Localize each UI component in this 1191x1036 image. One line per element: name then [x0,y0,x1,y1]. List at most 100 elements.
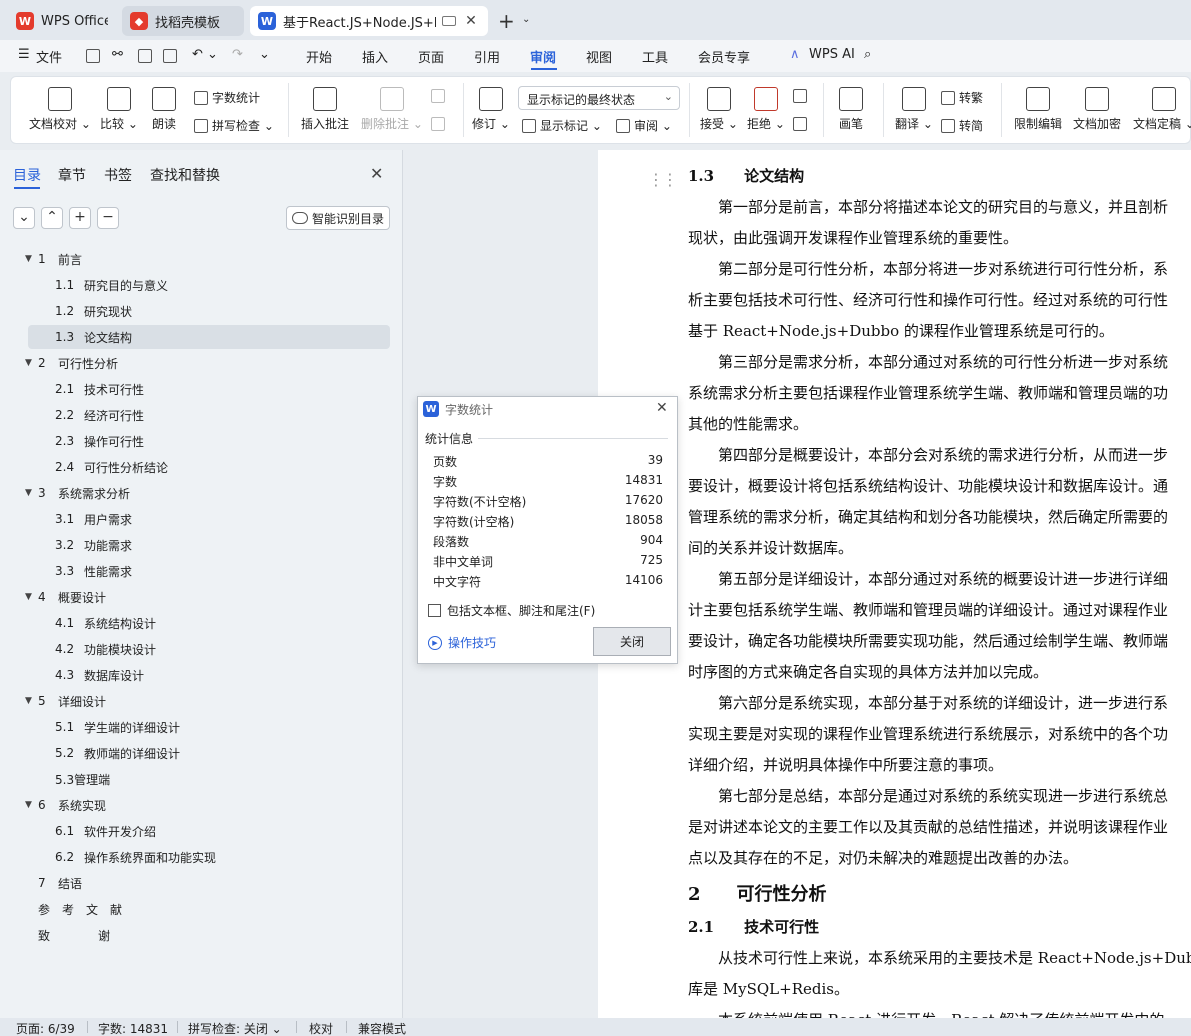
search-icon[interactable]: ⌕ [864,47,871,62]
tips-link[interactable]: ▶ 操作技巧 [428,634,496,651]
toc-item[interactable]: 致 谢 [28,923,390,947]
toc-item[interactable]: 5.1 学生端的详细设计 [28,715,390,739]
toc-item[interactable]: 参 考 文 献 [28,897,390,921]
dialog-close-icon[interactable]: ✕ [656,400,668,416]
remove-level-icon[interactable]: − [97,207,119,229]
insert-comment-button[interactable]: 插入批注 [301,87,349,132]
menu-start[interactable]: 开始 [306,47,332,66]
tab-sections[interactable]: 章节 [58,165,86,185]
menu-member[interactable]: 会员专享 [698,47,750,66]
show-markup-button[interactable]: 显示标记 ⌄ [522,117,602,134]
save-icon[interactable] [86,49,100,63]
toc-item[interactable]: 4.3 数据库设计 [28,663,390,687]
toc-item[interactable]: 1.1 研究目的与意义 [28,273,390,297]
chevron-down-icon[interactable]: ⌄ [522,14,530,25]
collapse-arrow-icon[interactable]: ▼ [25,592,32,602]
menu-review[interactable]: 审阅 [530,47,556,66]
toc-item[interactable]: 1.3 论文结构 [28,325,390,349]
accept-button[interactable]: 接受 ⌄ [700,87,738,132]
toc-item[interactable]: 3.1 用户需求 [28,507,390,531]
monitor-icon[interactable] [442,16,456,26]
hamburger-icon[interactable]: ☰ [18,47,30,62]
tab-document[interactable]: W 基于React.JS+Node.JS+Dub ✕ [250,6,488,36]
toc-item[interactable]: 4.1 系统结构设计 [28,611,390,635]
expand-all-icon[interactable]: ⌄ [13,207,35,229]
tab-toc[interactable]: 目录 [13,165,41,185]
more-chevron-icon[interactable]: ⌄ [259,47,270,62]
undo-icon[interactable]: ↶ ⌄ [192,47,218,62]
toc-item[interactable]: ▼ 3 系统需求分析 [25,481,390,505]
toc-item[interactable]: ▼ 2 可行性分析 [25,351,390,375]
compare-button[interactable]: 比较 ⌄ [100,87,138,132]
close-tab-icon[interactable]: ✕ [462,13,480,29]
toc-item[interactable]: 3.2 功能需求 [28,533,390,557]
toc-item[interactable]: 5.2 教师端的详细设计 [28,741,390,765]
status-page[interactable]: 页面: 6/39 [16,1020,75,1036]
toc-item[interactable]: ▼ 5 详细设计 [25,689,390,713]
menu-reference[interactable]: 引用 [474,47,500,66]
delete-comment-button[interactable]: 删除批注 ⌄ [361,87,423,132]
to-traditional-button[interactable]: 转繁 [941,89,983,106]
encrypt-button[interactable]: 文档加密 [1073,87,1121,132]
restrict-edit-button[interactable]: 限制编辑 [1014,87,1062,132]
collapse-arrow-icon[interactable]: ▼ [25,488,32,498]
toc-item[interactable]: ▼ 1 前言 [25,247,390,271]
menu-file[interactable]: 文件 [36,47,62,66]
pen-button[interactable]: 画笔 [839,87,863,132]
collapse-arrow-icon[interactable]: ▼ [25,358,32,368]
toc-item[interactable]: 2.3 操作可行性 [28,429,390,453]
new-tab-icon[interactable]: + [498,9,515,33]
status-proof[interactable]: 校对 [309,1020,333,1036]
redo-icon[interactable]: ↷ [232,47,243,62]
next-comment-icon[interactable] [431,117,449,131]
toc-item[interactable]: 2.2 经济可行性 [28,403,390,427]
status-words[interactable]: 字数: 14831 [98,1020,168,1036]
tab-docer-templates[interactable]: ◆ 找稻壳模板 [122,6,244,36]
toc-item[interactable]: ▼ 6 系统实现 [25,793,390,817]
print-preview-icon[interactable] [163,49,177,63]
checkbox-box[interactable] [428,604,441,617]
next-change-icon[interactable] [793,117,811,131]
toc-item[interactable]: 2.4 可行性分析结论 [28,455,390,479]
include-textbox-checkbox[interactable]: 包括文本框、脚注和尾注(F) [428,602,595,619]
menu-insert[interactable]: 插入 [362,47,388,66]
previous-comment-icon[interactable] [431,89,449,103]
translate-button[interactable]: 翻译 ⌄ [895,87,933,132]
toc-item[interactable]: 1.2 研究现状 [28,299,390,323]
toc-item[interactable]: 5.3管理端 [28,767,390,791]
collapse-arrow-icon[interactable]: ▼ [25,800,32,810]
close-pane-icon[interactable]: ✕ [370,164,383,183]
previous-change-icon[interactable] [793,89,811,103]
toc-item[interactable]: 4.2 功能模块设计 [28,637,390,661]
close-button[interactable]: 关闭 [593,627,671,656]
collapse-arrow-icon[interactable]: ▼ [25,696,32,706]
document-page[interactable]: ⋮⋮ 1.3 论文结构 第一部分是前言，本部分将描述本论文的研究目的与意义，并且… [598,150,1191,1018]
menu-wps-ai[interactable]: WPS AI [809,47,855,62]
menu-view[interactable]: 视图 [586,47,612,66]
toc-item[interactable]: 6.2 操作系统界面和功能实现 [28,845,390,869]
finalize-button[interactable]: 文档定稿 ⌄ [1133,87,1191,132]
tab-bookmarks[interactable]: 书签 [104,165,132,185]
print-icon[interactable] [138,49,152,63]
toc-item[interactable]: 2.1 技术可行性 [28,377,390,401]
spell-check-button[interactable]: 拼写检查 ⌄ [194,117,274,134]
smart-toc-button[interactable]: 智能识别目录 [286,206,390,230]
revise-button[interactable]: 修订 ⌄ [472,87,510,132]
link-icon[interactable]: ⚯ [112,47,123,62]
toc-item[interactable]: ▼ 4 概要设计 [25,585,390,609]
toc-item[interactable]: 7 结语 [28,871,390,895]
collapse-arrow-icon[interactable]: ▼ [25,254,32,264]
to-simplified-button[interactable]: 转简 [941,117,983,134]
tab-wps-office[interactable]: W WPS Office [8,6,116,36]
markup-state-select[interactable]: 显示标记的最终状态 ⌄ [518,86,680,110]
toc-item[interactable]: 6.1 软件开发介绍 [28,819,390,843]
review-pane-button[interactable]: 审阅 ⌄ [616,117,672,134]
menu-page[interactable]: 页面 [418,47,444,66]
read-aloud-button[interactable]: 朗读 [152,87,176,132]
add-level-icon[interactable]: + [69,207,91,229]
status-spell[interactable]: 拼写检查: 关闭 ⌄ [188,1020,282,1036]
menu-tools[interactable]: 工具 [642,47,668,66]
toc-item[interactable]: 3.3 性能需求 [28,559,390,583]
drag-handle-icon[interactable]: ⋮⋮ [648,170,678,189]
proofread-button[interactable]: 文档校对 ⌄ [29,87,91,132]
